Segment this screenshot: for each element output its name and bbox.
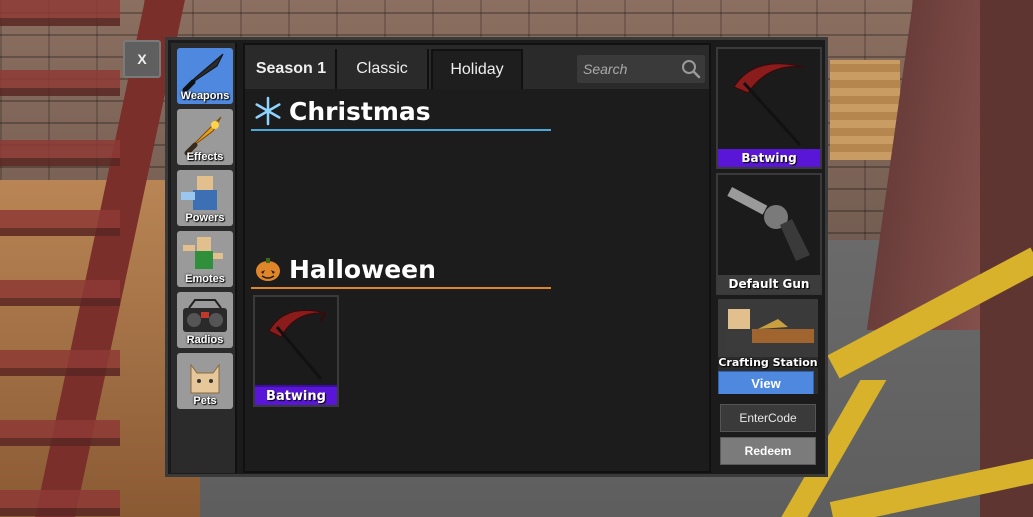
crates bbox=[830, 60, 900, 160]
category-label: Pets bbox=[193, 395, 217, 407]
equipped-panel: Batwing Default Gun Crafting Station Vie… bbox=[716, 43, 824, 473]
category-label: Weapons bbox=[180, 90, 230, 102]
tab-season-1[interactable]: Season 1 bbox=[247, 49, 337, 89]
scythe-icon bbox=[268, 309, 326, 380]
section-christmas: Christmas bbox=[253, 95, 431, 127]
category-label: Powers bbox=[185, 212, 225, 224]
category-sidebar: Weapons Effects Powers Emotes Radios Pet… bbox=[171, 43, 237, 473]
ladder bbox=[0, 0, 120, 517]
section-title-text: Halloween bbox=[289, 254, 436, 284]
equipped-gun-slot[interactable]: Default Gun bbox=[716, 173, 822, 295]
search-box bbox=[577, 55, 705, 83]
radio-icon bbox=[183, 299, 227, 332]
item-name: Batwing bbox=[255, 385, 337, 405]
code-input[interactable] bbox=[720, 404, 816, 432]
category-weapons[interactable]: Weapons bbox=[177, 48, 233, 104]
section-divider bbox=[251, 129, 551, 131]
category-powers[interactable]: Powers bbox=[177, 170, 233, 226]
category-radios[interactable]: Radios bbox=[177, 292, 233, 348]
knife-icon bbox=[182, 53, 224, 93]
search-input[interactable] bbox=[583, 59, 679, 79]
revolver-icon bbox=[727, 187, 810, 261]
equipped-knife-slot[interactable]: Batwing bbox=[716, 47, 822, 169]
crafting-station: Crafting Station View bbox=[718, 299, 818, 394]
category-pets[interactable]: Pets bbox=[177, 353, 233, 409]
search-icon[interactable] bbox=[681, 59, 701, 79]
category-label: Emotes bbox=[185, 273, 225, 285]
pumpkin-icon bbox=[256, 258, 280, 281]
item-list: Christmas Halloween Batwing bbox=[245, 89, 709, 471]
category-emotes[interactable]: Emotes bbox=[177, 231, 233, 287]
category-label: Radios bbox=[186, 334, 224, 346]
view-button[interactable]: View bbox=[718, 371, 814, 394]
power-avatar-icon bbox=[181, 176, 217, 210]
category-effects[interactable]: Effects bbox=[177, 109, 233, 165]
snowflake-icon bbox=[255, 96, 281, 126]
crafting-station-icon bbox=[718, 299, 818, 357]
tab-bar: Season 1 Classic Holiday bbox=[245, 45, 709, 89]
close-button[interactable]: X bbox=[123, 40, 161, 78]
inventory-window: Weapons Effects Powers Emotes Radios Pet… bbox=[165, 37, 828, 477]
emote-avatar-icon bbox=[183, 237, 223, 269]
equipped-gun-name: Default Gun bbox=[718, 275, 820, 293]
tab-holiday[interactable]: Holiday bbox=[431, 49, 523, 89]
redeem-button[interactable]: Redeem bbox=[720, 437, 816, 465]
scythe-icon bbox=[733, 63, 805, 147]
crafting-station-title: Crafting Station bbox=[718, 356, 818, 369]
section-divider bbox=[251, 287, 551, 289]
item-browser: Season 1 Classic Holiday Search Christma… bbox=[243, 43, 711, 473]
section-title-text: Christmas bbox=[289, 96, 431, 126]
cat-pet-icon bbox=[190, 363, 220, 394]
item-card-batwing[interactable]: Batwing bbox=[253, 295, 339, 407]
flame-knife-icon bbox=[184, 116, 222, 156]
equipped-knife-name: Batwing bbox=[718, 149, 820, 167]
category-label: Effects bbox=[186, 151, 224, 163]
tab-classic[interactable]: Classic bbox=[337, 49, 429, 89]
section-halloween: Halloween bbox=[253, 253, 436, 285]
